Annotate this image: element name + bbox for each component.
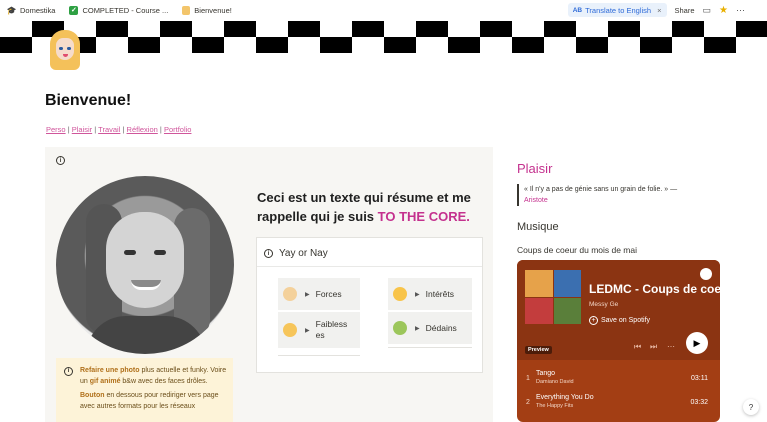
- help-button[interactable]: ?: [743, 399, 759, 415]
- plaisir-heading: Plaisir: [517, 161, 553, 176]
- note-line-2: Bouton en dessous pour rediriger vers pa…: [80, 391, 219, 410]
- star-icon[interactable]: ★: [719, 5, 728, 16]
- page-icon-avatar[interactable]: [48, 30, 82, 72]
- triangle-right-icon: ▶: [305, 291, 310, 298]
- heart-eyes-icon: [393, 287, 407, 301]
- note-line-1: Refaire une photo plus actuelle et funky…: [80, 367, 227, 385]
- cartoon-face-icon: [182, 5, 191, 15]
- save-on-spotify-button[interactable]: + Save on Spotify: [589, 316, 650, 325]
- nav-links: Perso | Plaisir | Travail | Réflexion | …: [46, 125, 192, 134]
- share-button[interactable]: Share: [675, 6, 695, 15]
- quote-author: Aristote: [524, 197, 548, 205]
- play-button[interactable]: ▶: [686, 332, 708, 354]
- close-icon[interactable]: ×: [657, 6, 661, 15]
- more-icon[interactable]: ⋯: [736, 5, 745, 16]
- top-bar: 🎓 Domestika ✓ COMPLETED - Course ... Bie…: [0, 0, 767, 20]
- cover-banner: [0, 21, 767, 53]
- page-title: Bienvenue!: [45, 92, 132, 109]
- translate-button[interactable]: AB Translate to English ×: [567, 3, 667, 17]
- toggle-forces[interactable]: ▶ Forces: [278, 278, 360, 310]
- toggle-interets[interactable]: ▶ Intérêts: [388, 278, 472, 310]
- summary-text: Ceci est un texte qui résume et me rappe…: [257, 190, 471, 224]
- link-portfolio[interactable]: Portfolio: [164, 125, 192, 134]
- track-row[interactable]: 2 Everything You Do The Happy Fits 03:32: [517, 390, 720, 416]
- nauseated-face-icon: [393, 321, 407, 335]
- breadcrumb-item-bienvenue[interactable]: Bienvenue!: [194, 6, 232, 15]
- breadcrumb-item-domestika[interactable]: Domestika: [20, 6, 55, 15]
- track-artist: Damiano David: [536, 379, 574, 385]
- info-icon: i: [64, 367, 73, 376]
- musique-heading: Musique: [517, 221, 559, 233]
- link-travail[interactable]: Travail: [98, 125, 120, 134]
- translate-label: Translate to English: [585, 5, 652, 15]
- next-icon[interactable]: ⏭: [650, 342, 657, 352]
- preview-badge: Preview: [525, 346, 552, 354]
- playlist-owner[interactable]: Messy Ge: [589, 301, 618, 308]
- translate-icon: AB: [572, 6, 583, 14]
- tired-face-icon: [283, 323, 297, 337]
- info-icon: i: [264, 249, 273, 258]
- intro-callout: i Ceci est un texte qui résume et me rap…: [45, 147, 493, 422]
- toggle-dedains[interactable]: ▶ Dédains: [388, 312, 472, 344]
- track-artist: The Happy Fits: [536, 403, 574, 409]
- graduation-cap-icon: 🎓: [6, 5, 17, 15]
- breadcrumb-item-completed[interactable]: COMPLETED - Course ...: [82, 6, 168, 15]
- spotify-embed[interactable]: LEDMC - Coups de coe Messy Ge + Save on …: [517, 260, 720, 422]
- breadcrumb: 🎓 Domestika ✓ COMPLETED - Course ... Bie…: [6, 5, 232, 15]
- link-reflexion[interactable]: Réflexion: [127, 125, 158, 134]
- track-duration: 03:11: [691, 375, 708, 382]
- toggle-faiblesses[interactable]: ▶ Faibless es: [278, 312, 360, 348]
- yay-or-nay-heading: Yay or Nay: [279, 248, 328, 259]
- track-title: Tango: [536, 370, 556, 377]
- comment-icon[interactable]: ▭: [703, 5, 712, 16]
- quote-block: « Il n'y a pas de génie sans un grain de…: [517, 184, 717, 207]
- link-plaisir[interactable]: Plaisir: [72, 125, 92, 134]
- info-icon: i: [56, 156, 65, 165]
- yay-or-nay-callout: i Yay or Nay ▶ Forces ▶ Intérêts ▶ Faibl…: [256, 237, 483, 373]
- link-perso[interactable]: Perso: [46, 125, 66, 134]
- triangle-right-icon: ▶: [415, 291, 420, 298]
- triangle-right-icon: ▶: [305, 327, 310, 334]
- previous-icon[interactable]: ⏮: [634, 342, 641, 352]
- track-duration: 03:32: [690, 399, 708, 406]
- todo-note-callout: i Refaire une photo plus actuelle et fun…: [56, 358, 233, 422]
- flexed-bicep-icon: [283, 287, 297, 301]
- spotify-logo-icon[interactable]: [700, 268, 712, 280]
- track-title: Everything You Do: [536, 394, 594, 401]
- plus-icon: +: [589, 316, 598, 325]
- check-icon: ✓: [69, 5, 79, 15]
- summary-highlight: TO THE CORE.: [377, 208, 470, 224]
- triangle-right-icon: ▶: [415, 325, 420, 332]
- track-row[interactable]: 1 Tango Damiano David 03:11: [517, 366, 720, 392]
- profile-photo[interactable]: [56, 176, 234, 354]
- coups-de-coeur-label: Coups de coeur du mois de mai: [517, 245, 638, 255]
- more-icon[interactable]: ⋯: [667, 342, 675, 351]
- playlist-cover[interactable]: [525, 270, 581, 324]
- playlist-title[interactable]: LEDMC - Coups de coe: [589, 282, 720, 296]
